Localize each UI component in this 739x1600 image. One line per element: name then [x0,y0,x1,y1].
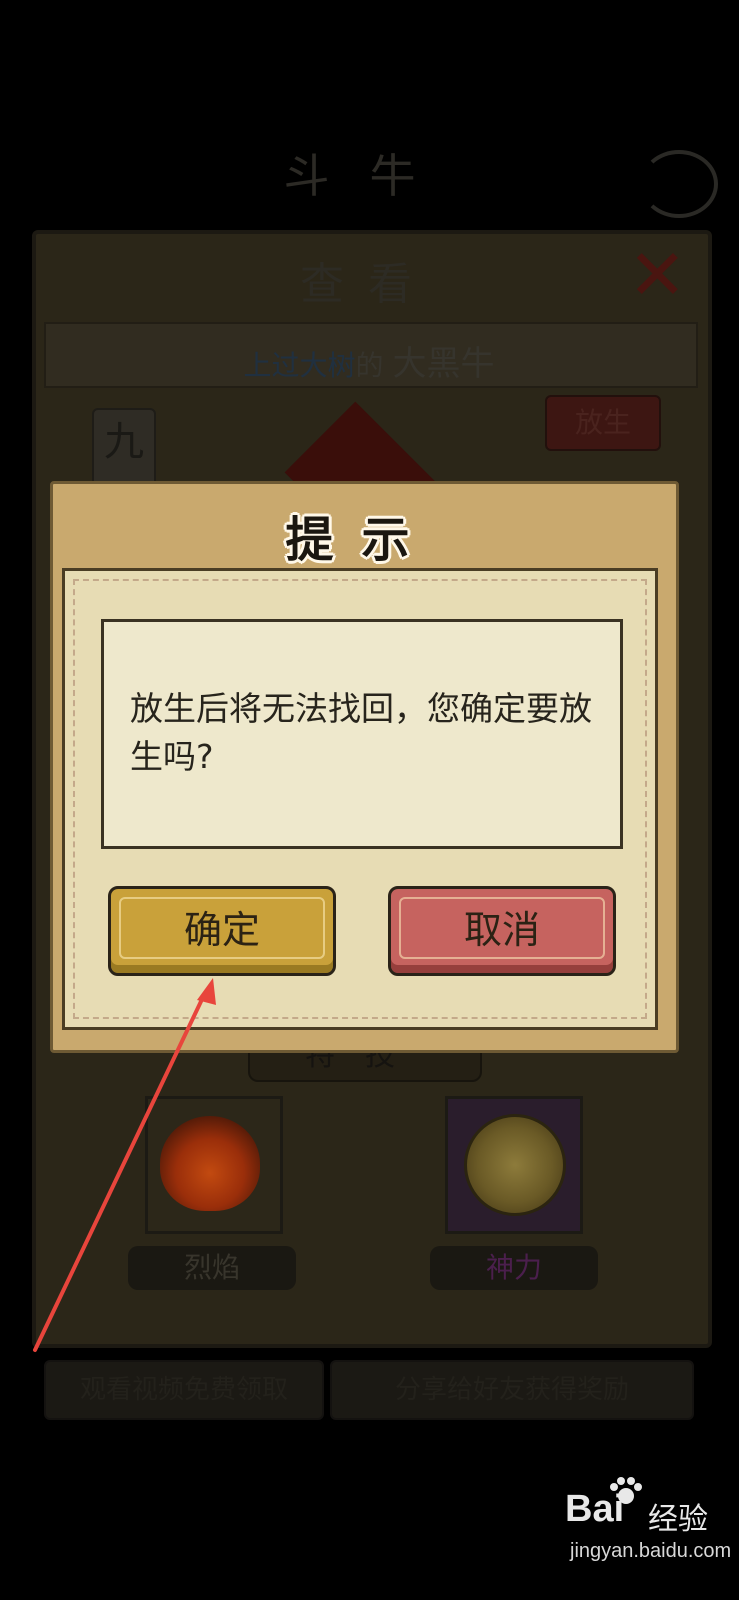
watermark-suffix: 经验 [648,1502,708,1537]
watermark-brand: Bai [565,1488,625,1530]
watermark-url: jingyan.baidu.com [570,1540,732,1562]
annotation-arrow-icon [33,978,216,1352]
